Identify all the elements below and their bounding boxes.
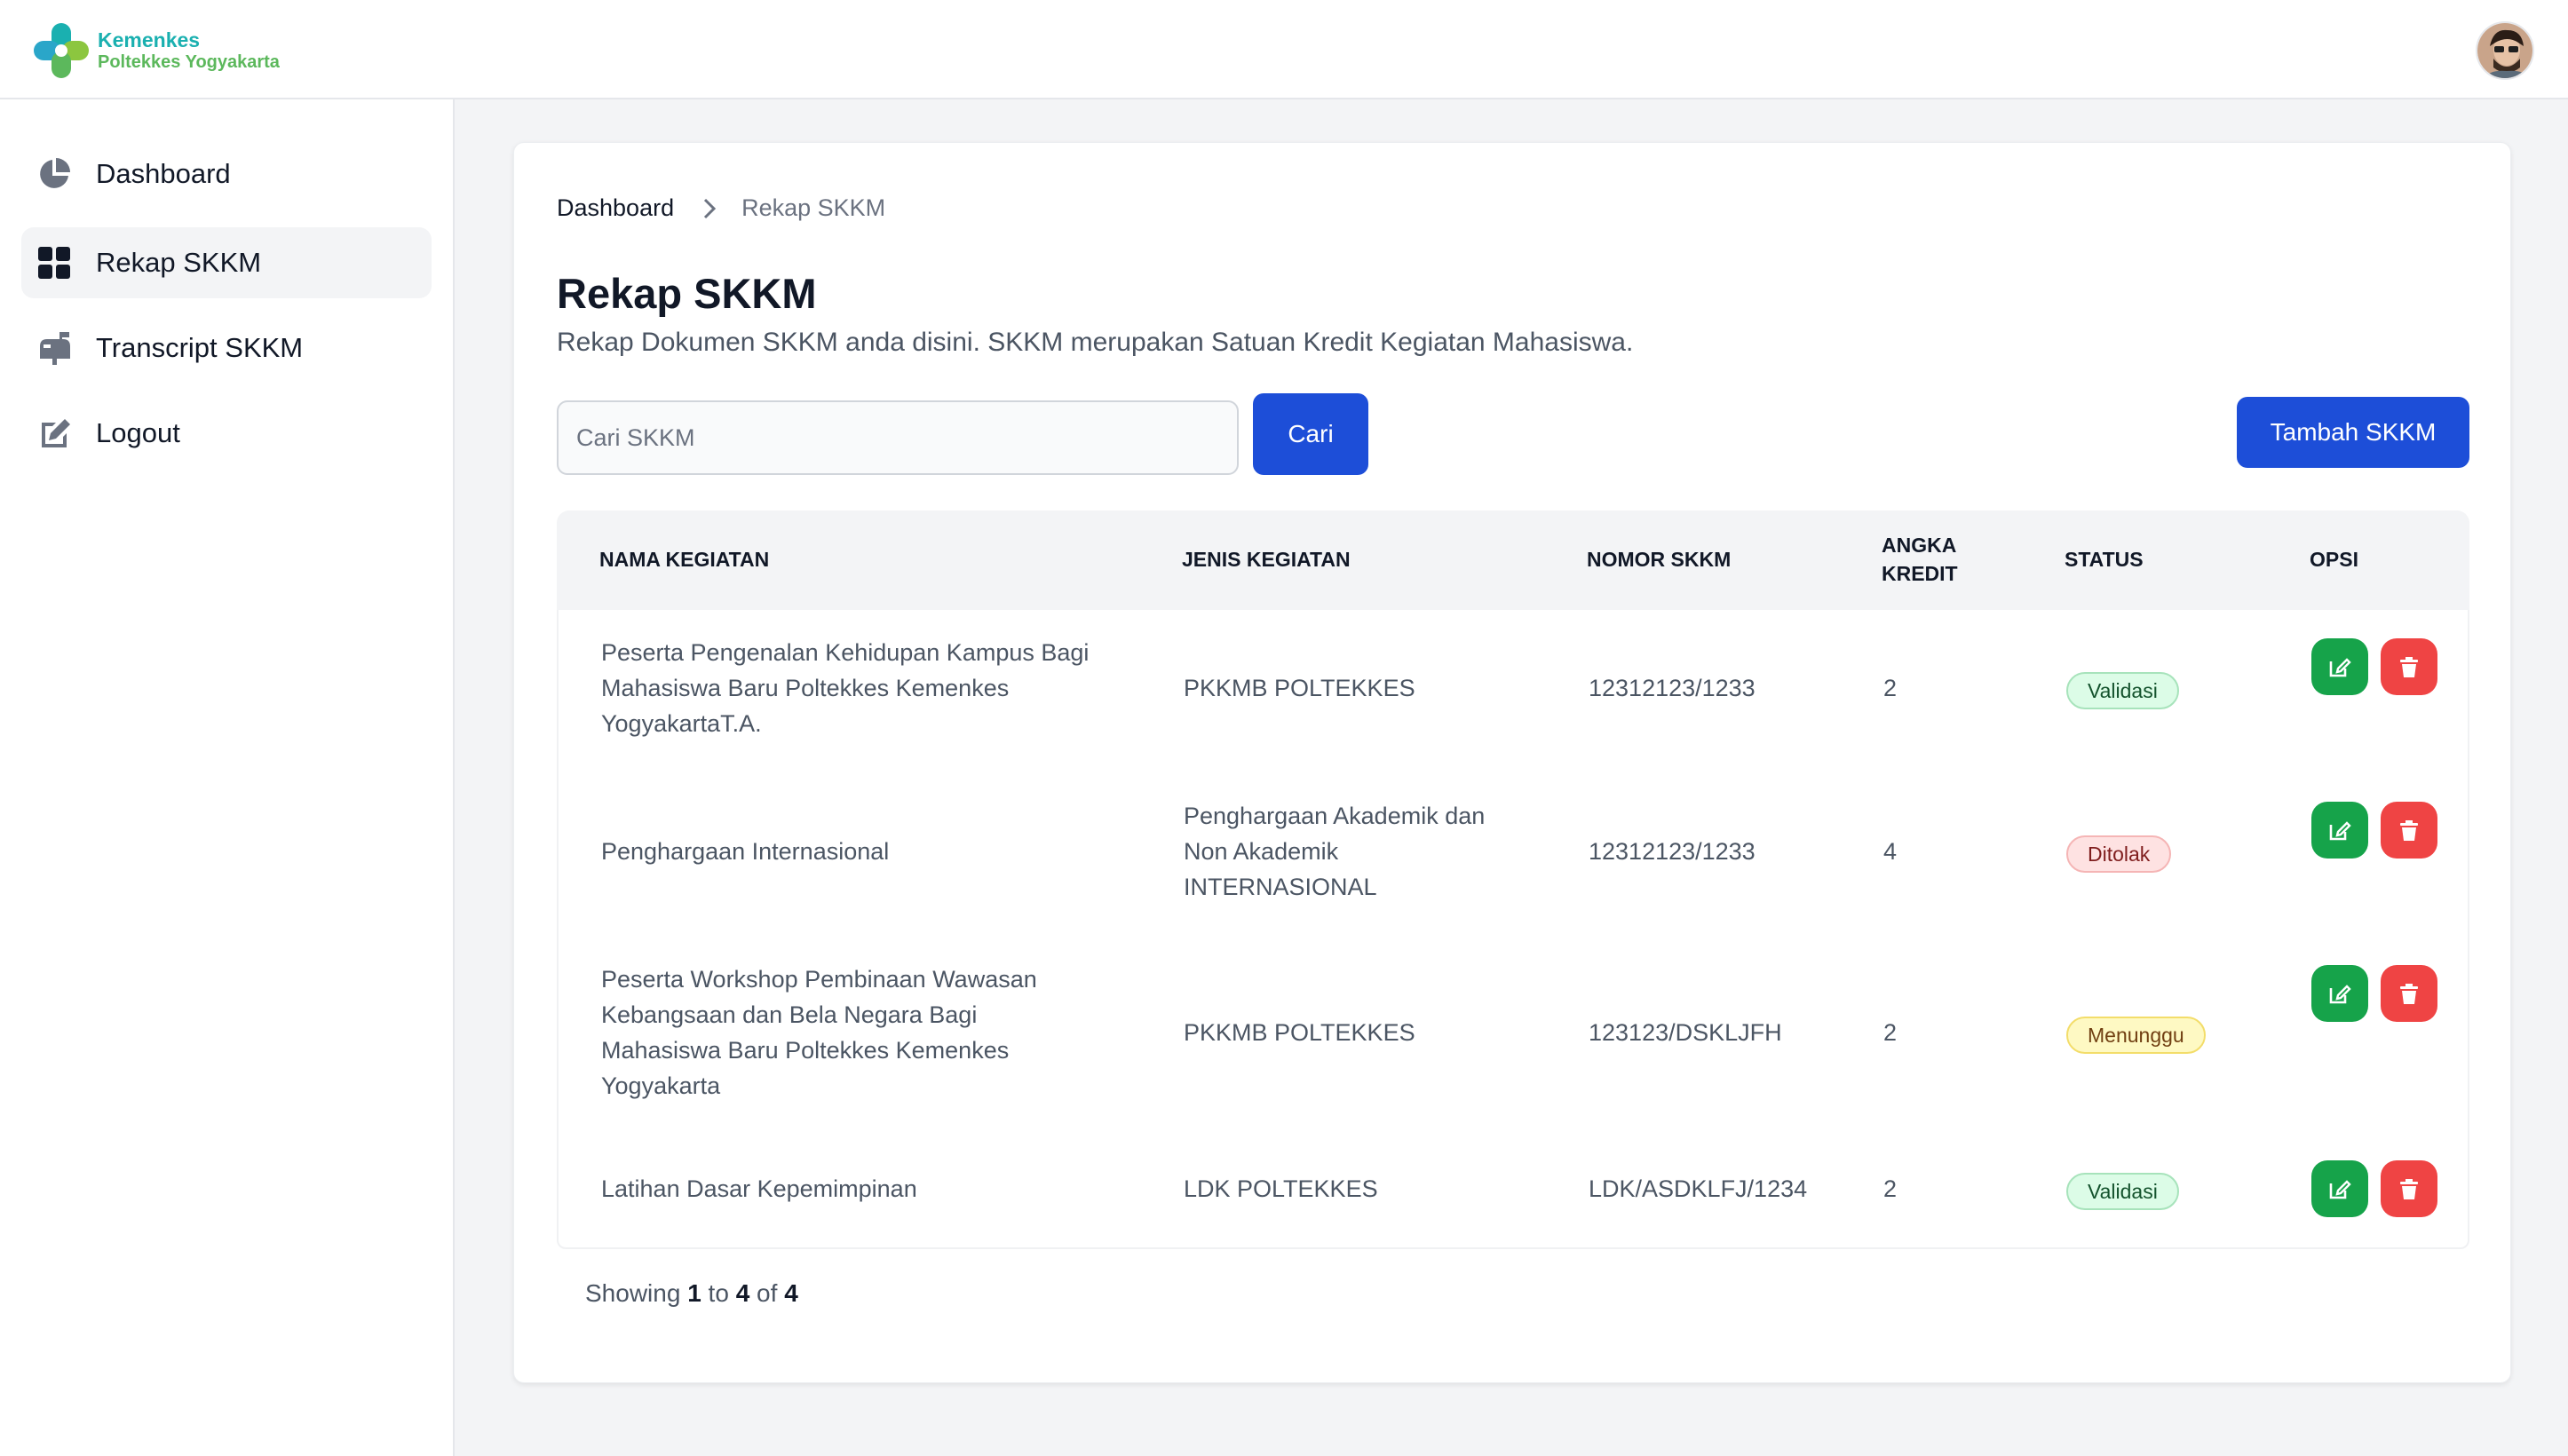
delete-button[interactable] [2381,638,2437,695]
cell-line: Penghargaan Internasional [601,838,890,865]
edit-button[interactable] [2311,965,2368,1022]
trash-icon [2400,1179,2418,1199]
sidebar-item-transcript-skkm[interactable]: Transcript SKKM [21,313,432,384]
cell-line: YogyakartaT.A. [601,710,762,737]
cell-nama: Peserta Workshop Pembinaan Wawasan Keban… [601,961,1037,1104]
breadcrumb-home-link[interactable]: Dashboard [557,194,674,222]
chevron-right-icon [701,196,718,221]
cell-kredit: 2 [1883,1019,1898,1046]
grid-icon [36,244,73,281]
sidebar: Dashboard Rekap SKKM Transcript SKKM Log… [0,99,455,1456]
pagination-to-word: to [708,1279,729,1307]
pie-chart-icon [36,155,73,193]
col-header-nomor: NOMOR SKKM [1587,548,1732,571]
search-input[interactable] [557,400,1239,475]
cell-kredit: 4 [1883,838,1898,865]
col-header-angka-line1: ANGKA [1882,534,1957,557]
col-header-nama: NAMA KEGIATAN [599,548,770,571]
cell-jenis: LDK POLTEKKES [1184,1171,1378,1207]
cell-jenis: PKKMB POLTEKKES [1184,670,1415,706]
edit-button[interactable] [2311,1160,2368,1217]
trash-icon [2400,820,2418,841]
delete-button[interactable] [2381,802,2437,859]
pagination-total: 4 [784,1279,798,1307]
cell-nama: Peserta Pengenalan Kehidupan Kampus Bagi… [601,635,1089,741]
cell-nomor: LDK/ASDKLFJ/1234 [1589,1175,1808,1202]
top-bar: Kemenkes Poltekkes Yogyakarta [0,0,2568,99]
pagination-to: 4 [735,1279,750,1307]
cell-kredit: 2 [1883,675,1898,701]
cell-nomor: 12312123/1233 [1589,675,1756,701]
cell-nama: Latihan Dasar Kepemimpinan [601,1171,917,1207]
cell-jenis: Penghargaan Akademik dan Non Akademik IN… [1184,798,1485,905]
cell-line: Penghargaan Akademik dan [1184,803,1486,829]
delete-button[interactable] [2381,965,2437,1022]
sidebar-item-label: Dashboard [96,158,231,189]
edit-button[interactable] [2311,802,2368,859]
cell-kredit: 2 [1883,1175,1898,1202]
cell-jenis: PKKMB POLTEKKES [1184,1015,1415,1050]
col-header-status: STATUS [2065,548,2144,571]
col-header-jenis: JENIS KEGIATAN [1182,548,1351,571]
user-avatar[interactable] [2476,21,2534,80]
edit-icon [2329,985,2351,1004]
sidebar-item-label: Logout [96,417,180,448]
edit-icon [2329,1180,2351,1199]
add-skkm-button[interactable]: Tambah SKKM [2237,397,2469,468]
breadcrumb-current: Rekap SKKM [741,194,886,221]
brand-logo[interactable]: Kemenkes Poltekkes Yogyakarta [32,21,280,80]
brand-name: Kemenkes [98,28,201,52]
cell-line: PKKMB POLTEKKES [1184,675,1415,701]
kemenkes-logo-icon [34,23,89,78]
pen-square-icon [36,415,73,452]
cell-line: Yogyakarta [601,1072,721,1099]
pagination-of-word: of [757,1279,778,1307]
table-header: NAMA KEGIATAN JENIS KEGIATAN NOMOR SKKM … [557,510,2469,610]
mailbox-icon [36,329,73,367]
col-header-opsi: OPSI [2310,548,2358,571]
cell-line: Non Akademik [1184,838,1339,865]
sidebar-item-dashboard[interactable]: Dashboard [21,138,432,210]
search-button[interactable]: Cari [1253,393,1368,475]
col-header-angka-kredit: ANGKA KREDIT [1882,532,1958,588]
cell-line: Peserta Pengenalan Kehidupan Kampus Bagi [601,639,1090,666]
status-badge: Menunggu [2066,1017,2206,1054]
status-badge: Ditolak [2066,835,2172,873]
sidebar-item-label: Rekap SKKM [96,247,262,278]
breadcrumb: Dashboard Rekap SKKM [557,194,885,222]
status-badge: Validasi [2066,1173,2179,1210]
col-header-angka-line2: KREDIT [1882,561,1958,585]
edit-button[interactable] [2311,638,2368,695]
cell-line: Latihan Dasar Kepemimpinan [601,1175,917,1202]
table-body: Peserta Pengenalan Kehidupan Kampus Bagi… [557,610,2469,1249]
cell-line: Kebangsaan dan Bela Negara Bagi [601,1001,978,1028]
cell-line: INTERNASIONAL [1184,874,1377,900]
cell-nomor: 12312123/1233 [1589,838,1756,865]
pagination-from: 1 [687,1279,701,1307]
trash-icon [2400,657,2418,677]
sidebar-item-logout[interactable]: Logout [21,398,432,469]
status-badge: Validasi [2066,672,2179,709]
edit-icon [2329,821,2351,841]
sidebar-item-label: Transcript SKKM [96,332,304,363]
skkm-table: NAMA KEGIATAN JENIS KEGIATAN NOMOR SKKM … [557,510,2469,1391]
pagination-summary: Showing 1 to 4 of 4 [585,1279,798,1308]
cell-line: Mahasiswa Baru Poltekkes Kemenkes [601,675,1010,701]
pagination-prefix: Showing [585,1279,681,1307]
cell-nama: Penghargaan Internasional [601,834,889,869]
cell-line: PKKMB POLTEKKES [1184,1019,1415,1046]
cell-line: LDK POLTEKKES [1184,1175,1378,1202]
edit-icon [2329,658,2351,677]
delete-button[interactable] [2381,1160,2437,1217]
cell-nomor: 123123/DSKLJFH [1589,1019,1782,1046]
page-subtitle: Rekap Dokumen SKKM anda disini. SKKM mer… [557,328,1634,357]
brand-subtitle: Poltekkes Yogyakarta [98,51,280,72]
page-title: Rekap SKKM [557,270,817,317]
trash-icon [2400,984,2418,1004]
cell-line: Peserta Workshop Pembinaan Wawasan [601,966,1037,993]
content-card: Dashboard Rekap SKKM Rekap SKKM Rekap Do… [513,142,2511,1383]
cell-line: Mahasiswa Baru Poltekkes Kemenkes [601,1037,1010,1064]
sidebar-item-rekap-skkm[interactable]: Rekap SKKM [21,227,432,298]
